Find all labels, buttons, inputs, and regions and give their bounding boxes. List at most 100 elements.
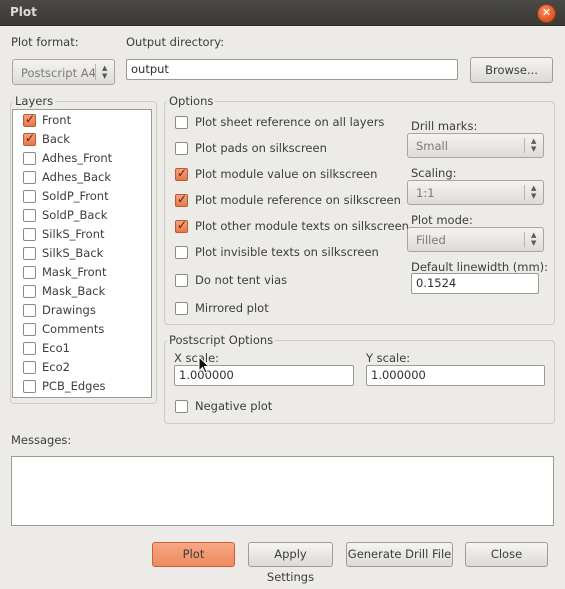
browse-button[interactable]: Browse...: [470, 57, 553, 83]
option-checkbox[interactable]: [175, 116, 188, 129]
layer-checkbox[interactable]: [23, 228, 36, 241]
scaling-value: 1:1: [416, 186, 435, 200]
option-checkbox-row[interactable]: Mirrored plot: [175, 300, 400, 318]
layer-item[interactable]: Comments: [13, 320, 151, 339]
plot-mode-select[interactable]: Filled ▲ ▼: [407, 227, 544, 252]
window-close-button[interactable]: ✕: [537, 4, 556, 23]
option-checkbox[interactable]: [175, 302, 188, 315]
layer-item[interactable]: Eco2: [13, 358, 151, 377]
layer-checkbox[interactable]: [23, 342, 36, 355]
title-bar[interactable]: [0, 0, 565, 26]
layer-label: SilkS_Front: [42, 227, 105, 241]
scaling-label: Scaling:: [411, 166, 457, 180]
layer-label: Drawings: [42, 303, 96, 317]
drill-marks-value: Small: [416, 139, 448, 153]
scaling-select[interactable]: 1:1 ▲ ▼: [407, 180, 544, 205]
spin-up-icon: ▲: [102, 64, 108, 72]
layer-checkbox[interactable]: [23, 380, 36, 393]
close-icon: ✕: [541, 6, 552, 19]
layer-checkbox[interactable]: [23, 209, 36, 222]
layer-item[interactable]: Mask_Back: [13, 282, 151, 301]
option-checkbox-row[interactable]: Do not tent vias: [175, 272, 400, 290]
mouse-cursor-icon: [198, 356, 211, 374]
plot-format-label: Plot format:: [11, 35, 79, 49]
spin-up-icon: ▲: [531, 184, 537, 192]
spin-up-icon: ▲: [531, 231, 537, 239]
plot-mode-label: Plot mode:: [411, 213, 473, 227]
option-checkbox[interactable]: [175, 274, 188, 287]
option-checkbox-row[interactable]: Plot invisible texts on silkscreen: [175, 244, 400, 262]
layer-item[interactable]: SoldP_Front: [13, 187, 151, 206]
negative-plot-checkbox[interactable]: [175, 400, 188, 413]
option-checkbox-row[interactable]: Plot sheet reference on all layers: [175, 114, 400, 132]
layer-item[interactable]: Eco1: [13, 339, 151, 358]
x-scale-label: X scale:: [174, 351, 220, 365]
layer-item[interactable]: Back: [13, 130, 151, 149]
layer-label: Back: [42, 132, 70, 146]
drill-marks-select[interactable]: Small ▲ ▼: [407, 133, 544, 158]
layer-item[interactable]: Adhes_Front: [13, 149, 151, 168]
option-checkbox-row[interactable]: Plot module value on silkscreen: [175, 166, 400, 184]
layer-checkbox[interactable]: [23, 304, 36, 317]
layer-item[interactable]: SoldP_Back: [13, 206, 151, 225]
option-checkbox-row[interactable]: Plot module reference on silkscreen: [175, 192, 401, 210]
layer-checkbox[interactable]: [23, 171, 36, 184]
layer-item[interactable]: PCB_Edges: [13, 377, 151, 396]
layer-item[interactable]: SilkS_Back: [13, 244, 151, 263]
option-label: Plot sheet reference on all layers: [195, 115, 385, 129]
layer-checkbox[interactable]: [23, 152, 36, 165]
layer-checkbox[interactable]: [23, 361, 36, 374]
layer-item[interactable]: Mask_Front: [13, 263, 151, 282]
layers-title: Layers: [13, 94, 56, 108]
generate-drill-file-button[interactable]: Generate Drill File: [346, 542, 453, 567]
plot-mode-value: Filled: [416, 233, 446, 247]
layer-item[interactable]: Front: [13, 111, 151, 130]
spin-up-icon: ▲: [531, 137, 537, 145]
negative-plot-checkbox-row[interactable]: Negative plot: [175, 398, 375, 416]
layer-checkbox[interactable]: [23, 247, 36, 260]
output-directory-label: Output directory:: [126, 35, 225, 49]
option-label: Plot module reference on silkscreen: [195, 193, 401, 207]
layer-label: Eco2: [42, 360, 70, 374]
layer-item[interactable]: SilkS_Front: [13, 225, 151, 244]
layer-checkbox[interactable]: [23, 190, 36, 203]
layer-checkbox[interactable]: [23, 266, 36, 279]
spin-down-icon: ▼: [531, 239, 537, 247]
option-checkbox[interactable]: [175, 192, 188, 207]
output-directory-input[interactable]: output: [126, 59, 458, 80]
option-checkbox[interactable]: [175, 142, 188, 155]
option-checkbox-row[interactable]: Plot pads on silkscreen: [175, 140, 400, 158]
plot-button[interactable]: Plot: [152, 542, 235, 567]
y-scale-input[interactable]: 1.000000: [366, 365, 545, 386]
layers-list[interactable]: Front Back Adhes_Front Adhes_Back SoldP_Fron…: [12, 109, 152, 398]
layer-checkbox[interactable]: [23, 323, 36, 336]
layer-checkbox[interactable]: [23, 112, 36, 127]
layer-label: Front: [42, 113, 72, 127]
layer-label: Adhes_Back: [42, 170, 111, 184]
plot-format-select[interactable]: Postscript A4 ▲ ▼: [12, 59, 115, 85]
apply-settings-button[interactable]: Apply Settings: [248, 542, 333, 584]
layer-item[interactable]: Adhes_Back: [13, 168, 151, 187]
option-checkbox[interactable]: [175, 218, 188, 233]
spin-down-icon: ▼: [531, 192, 537, 200]
layer-checkbox[interactable]: [23, 285, 36, 298]
layer-item[interactable]: Drawings: [13, 301, 151, 320]
window-title: Plot: [10, 5, 37, 19]
option-label: Plot invisible texts on silkscreen: [195, 245, 379, 259]
option-checkbox[interactable]: [175, 166, 188, 181]
messages-box[interactable]: [11, 456, 554, 526]
option-checkbox-row[interactable]: Plot other module texts on silkscreen: [175, 218, 409, 236]
linewidth-input[interactable]: 0.1524: [411, 273, 539, 294]
layer-label: SoldP_Front: [42, 189, 109, 203]
option-label: Plot other module texts on silkscreen: [195, 219, 409, 233]
option-checkbox[interactable]: [175, 246, 188, 259]
y-scale-label: Y scale:: [366, 351, 411, 365]
layer-label: SilkS_Back: [42, 246, 104, 260]
layer-label: Eco1: [42, 341, 70, 355]
layer-label: Mask_Back: [42, 284, 106, 298]
layer-checkbox[interactable]: [23, 131, 36, 146]
option-label: Do not tent vias: [195, 273, 288, 287]
layer-label: PCB_Edges: [42, 379, 106, 393]
layer-label: Mask_Front: [42, 265, 107, 279]
close-button[interactable]: Close: [465, 542, 548, 567]
